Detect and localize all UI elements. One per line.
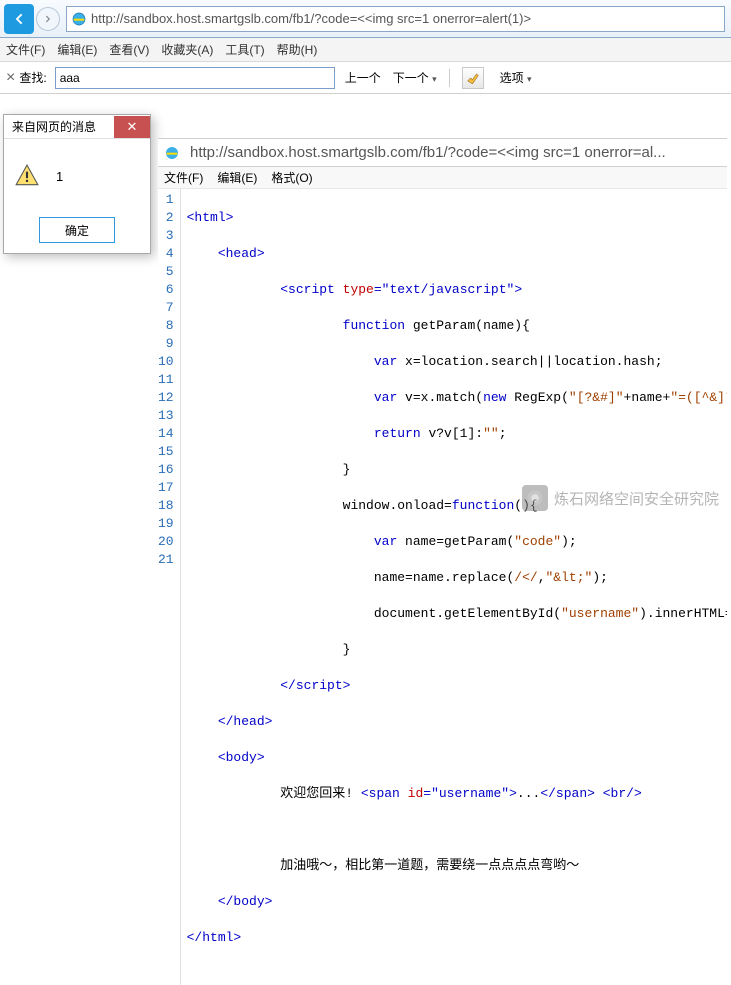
find-input[interactable] [55, 67, 335, 89]
line-gutter: 123456789101112131415161718192021 [158, 189, 181, 985]
menu-help[interactable]: 帮助(H) [277, 41, 318, 58]
watermark: 炼石网络空间安全研究院 [522, 485, 719, 511]
source-code-area[interactable]: 123456789101112131415161718192021 <html>… [158, 189, 727, 985]
watermark-icon [522, 485, 548, 511]
dev-menu-format[interactable]: 格式(O) [271, 169, 312, 186]
dev-menu-edit[interactable]: 编辑(E) [217, 169, 257, 186]
back-button[interactable] [4, 4, 34, 34]
menu-file[interactable]: 文件(F) [6, 41, 45, 58]
address-bar[interactable]: http://sandbox.host.smartgslb.com/fb1/?c… [66, 6, 725, 32]
ie-icon [71, 11, 87, 27]
menu-view[interactable]: 查看(V) [109, 41, 149, 58]
menu-edit[interactable]: 编辑(E) [57, 41, 97, 58]
devtools-url: http://sandbox.host.smartgslb.com/fb1/?c… [190, 144, 666, 161]
find-next[interactable]: 下一个 ▾ [393, 69, 437, 86]
dev-menu-file[interactable]: 文件(F) [164, 169, 203, 186]
browser-nav-bar: http://sandbox.host.smartgslb.com/fb1/?c… [0, 0, 731, 38]
address-url[interactable]: http://sandbox.host.smartgslb.com/fb1/?c… [91, 11, 720, 26]
menu-bar: 文件(F) 编辑(E) 查看(V) 收藏夹(A) 工具(T) 帮助(H) [0, 38, 731, 62]
menu-tools[interactable]: 工具(T) [225, 41, 264, 58]
watermark-text: 炼石网络空间安全研究院 [554, 488, 719, 509]
alert-message: 1 [56, 169, 63, 184]
warning-icon [14, 163, 40, 189]
devtools-menu: 文件(F) 编辑(E) 格式(O) [158, 167, 727, 189]
alert-close-button[interactable]: ✕ [114, 116, 150, 138]
alert-title-text: 来自网页的消息 [12, 118, 96, 135]
find-close[interactable]: × [6, 69, 15, 87]
highlight-icon[interactable] [462, 67, 484, 89]
devtools-tab[interactable]: http://sandbox.host.smartgslb.com/fb1/?c… [158, 139, 727, 167]
find-bar: × 查找: 上一个 下一个 ▾ 选项 ▾ [0, 62, 731, 94]
code-lines: <html> <head> <script type="text/javascr… [181, 189, 727, 985]
ie-icon [164, 145, 180, 161]
menu-favorites[interactable]: 收藏夹(A) [161, 41, 213, 58]
find-options[interactable]: 选项 ▾ [500, 69, 532, 86]
alert-ok-button[interactable]: 确定 [39, 217, 115, 243]
forward-button[interactable] [36, 7, 60, 31]
find-prev[interactable]: 上一个 [345, 69, 381, 86]
find-label: 查找: [19, 69, 46, 86]
devtools-panel: http://sandbox.host.smartgslb.com/fb1/?c… [158, 138, 727, 531]
alert-titlebar: 来自网页的消息 ✕ [4, 115, 150, 139]
alert-dialog: 来自网页的消息 ✕ 1 确定 [3, 114, 151, 254]
